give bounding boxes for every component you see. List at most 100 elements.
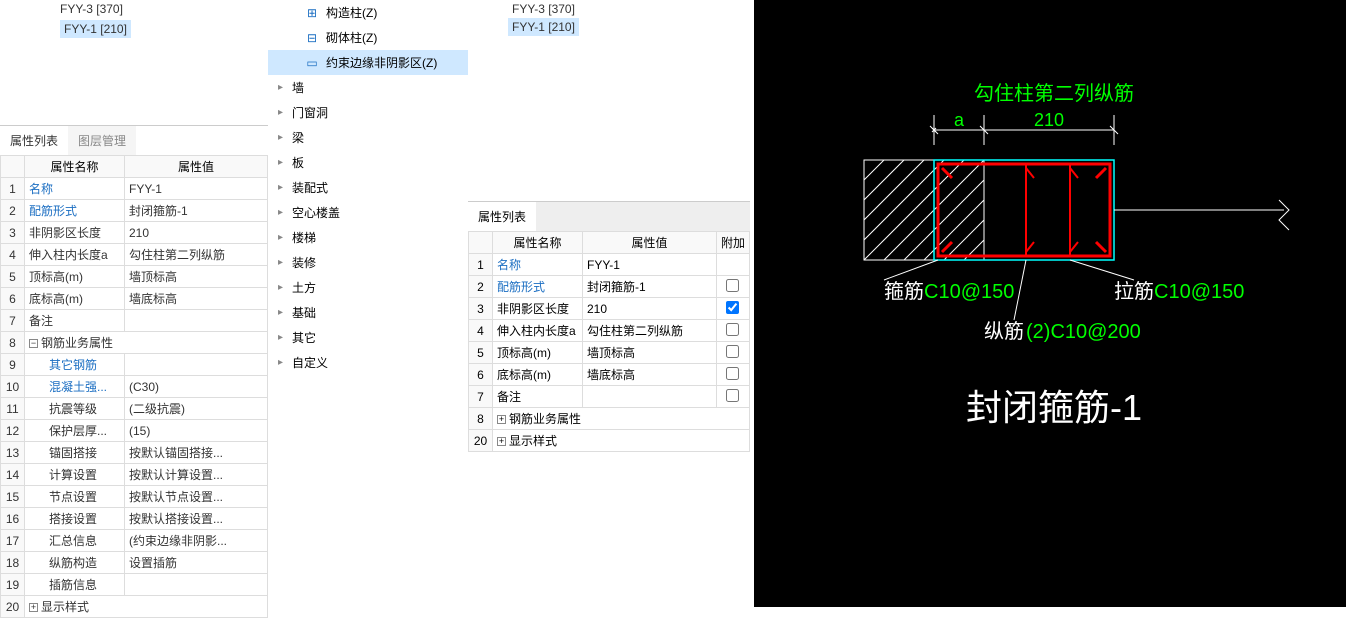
category-tree: ⊞构造柱(Z)⊟砌体柱(Z)▭约束边缘非阴影区(Z)▸墙▸门窗洞▸梁▸板▸装配式… [268,0,468,607]
prop-row[interactable]: 4 伸入柱内长度a 勾住柱第二列纵筋 [1,244,268,266]
prop-row[interactable]: 3 非阴影区长度 210 [469,298,750,320]
prop-row[interactable]: 9 其它钢筋 [1,354,268,376]
prop-value[interactable]: 按默认锚固搭接... [125,442,268,464]
prop-row[interactable]: 10 混凝土强... (C30) [1,376,268,398]
category-item[interactable]: ▸墙 [268,75,468,100]
category-item[interactable]: ▸板 [268,150,468,175]
extra-checkbox[interactable] [726,389,739,402]
category-item[interactable]: ▸装配式 [268,175,468,200]
prop-value[interactable]: 设置插筋 [125,552,268,574]
prop-value[interactable]: FYY-1 [583,254,717,276]
prop-value[interactable]: (二级抗震) [125,398,268,420]
prop-value[interactable]: (约束边缘非阴影... [125,530,268,552]
tree-item-fyy3-b[interactable]: FYY-3 [370] [468,0,750,18]
prop-row[interactable]: 7 备注 [469,386,750,408]
prop-row[interactable]: 1 名称 FYY-1 [1,178,268,200]
prop-row[interactable]: 19 插筋信息 [1,574,268,596]
prop-name: 汇总信息 [25,530,125,552]
prop-value[interactable]: 按默认计算设置... [125,464,268,486]
dim-210: 210 [1034,110,1064,130]
prop-row[interactable]: 3 非阴影区长度 210 [1,222,268,244]
prop-row[interactable]: 12 保护层厚... (15) [1,420,268,442]
prop-row[interactable]: 18 纵筋构造 设置插筋 [1,552,268,574]
row-num: 7 [1,310,25,332]
category-item[interactable]: ▭约束边缘非阴影区(Z) [268,50,468,75]
extra-checkbox[interactable] [726,323,739,336]
category-item[interactable]: ▸其它 [268,325,468,350]
prop-value[interactable]: 210 [583,298,717,320]
extra-checkbox[interactable] [726,345,739,358]
prop-name: 保护层厚... [25,420,125,442]
prop-value[interactable]: 勾住柱第二列纵筋 [125,244,268,266]
category-label: 土方 [292,279,316,296]
tab-properties[interactable]: 属性列表 [0,126,68,155]
prop-row[interactable]: 6 底标高(m) 墙底标高 [469,364,750,386]
prop-value[interactable]: 勾住柱第二列纵筋 [583,320,717,342]
prop-row[interactable]: 8 +钢筋业务属性 [469,408,750,430]
prop-value[interactable]: 按默认节点设置... [125,486,268,508]
row-num: 6 [1,288,25,310]
category-item[interactable]: ▸土方 [268,275,468,300]
category-item[interactable]: ▸楼梯 [268,225,468,250]
category-item[interactable]: ▸基础 [268,300,468,325]
category-item[interactable]: ▸装修 [268,250,468,275]
prop-value[interactable]: 封闭箍筋-1 [583,276,717,298]
prop-value[interactable]: 墙底标高 [125,288,268,310]
prop-row[interactable]: 2 配筋形式 封闭箍筋-1 [1,200,268,222]
prop-row[interactable]: 6 底标高(m) 墙底标高 [1,288,268,310]
prop-row[interactable]: 13 锚固搭接 按默认锚固搭接... [1,442,268,464]
prop-name: 节点设置 [25,486,125,508]
extra-cell [716,254,749,276]
category-item[interactable]: ▸空心楼盖 [268,200,468,225]
cad-viewport[interactable]: 勾住柱第二列纵筋 a 210 [754,0,1346,607]
prop-row[interactable]: 4 伸入柱内长度a 勾住柱第二列纵筋 [469,320,750,342]
tab-properties-b[interactable]: 属性列表 [468,202,536,231]
prop-name: 非阴影区长度 [493,298,583,320]
prop-row[interactable]: 14 计算设置 按默认计算设置... [1,464,268,486]
prop-value[interactable] [583,386,717,408]
prop-row[interactable]: 16 搭接设置 按默认搭接设置... [1,508,268,530]
header-name: 属性名称 [25,156,125,178]
prop-row[interactable]: 20 +显示样式 [469,430,750,452]
tab-layers[interactable]: 图层管理 [68,126,136,155]
tree-item-fyy3[interactable]: FYY-3 [370] [0,0,268,18]
tree-item-fyy1[interactable]: FYY-1 [210] [0,18,268,40]
extra-checkbox[interactable] [726,301,739,314]
prop-value[interactable]: 墙底标高 [583,364,717,386]
prop-row[interactable]: 1 名称 FYY-1 [469,254,750,276]
prop-value[interactable] [125,574,268,596]
extra-checkbox[interactable] [726,367,739,380]
prop-value[interactable]: 封闭箍筋-1 [125,200,268,222]
row-num: 2 [1,200,25,222]
tree-item-fyy1-b[interactable]: FYY-1 [210] [468,18,750,36]
row-num: 19 [1,574,25,596]
prop-row[interactable]: 11 抗震等级 (二级抗震) [1,398,268,420]
category-item[interactable]: ▸梁 [268,125,468,150]
prop-row[interactable]: 5 顶标高(m) 墙顶标高 [469,342,750,364]
prop-value[interactable]: 墙顶标高 [583,342,717,364]
prop-row[interactable]: 7 备注 [1,310,268,332]
prop-value[interactable] [125,310,268,332]
category-item[interactable]: ▸自定义 [268,350,468,375]
prop-value[interactable] [125,354,268,376]
prop-row[interactable]: 17 汇总信息 (约束边缘非阴影... [1,530,268,552]
row-num: 8 [469,408,493,430]
prop-value[interactable]: FYY-1 [125,178,268,200]
prop-value[interactable]: (C30) [125,376,268,398]
panel-middle: FYY-3 [370] FYY-1 [210] 属性列表 属性名称 属性值 附加… [468,0,750,607]
category-item[interactable]: ⊟砌体柱(Z) [268,25,468,50]
category-item[interactable]: ⊞构造柱(Z) [268,0,468,25]
extra-cell [716,298,749,320]
extra-checkbox[interactable] [726,279,739,292]
prop-value[interactable]: (15) [125,420,268,442]
label-zongjin: 纵筋 [984,320,1024,343]
prop-row[interactable]: 2 配筋形式 封闭箍筋-1 [469,276,750,298]
prop-row[interactable]: 15 节点设置 按默认节点设置... [1,486,268,508]
category-item[interactable]: ▸门窗洞 [268,100,468,125]
prop-value[interactable]: 按默认搭接设置... [125,508,268,530]
prop-row[interactable]: 8 −钢筋业务属性 [1,332,268,354]
prop-name: 非阴影区长度 [25,222,125,244]
prop-value[interactable]: 210 [125,222,268,244]
prop-value[interactable]: 墙顶标高 [125,266,268,288]
prop-row[interactable]: 5 顶标高(m) 墙顶标高 [1,266,268,288]
